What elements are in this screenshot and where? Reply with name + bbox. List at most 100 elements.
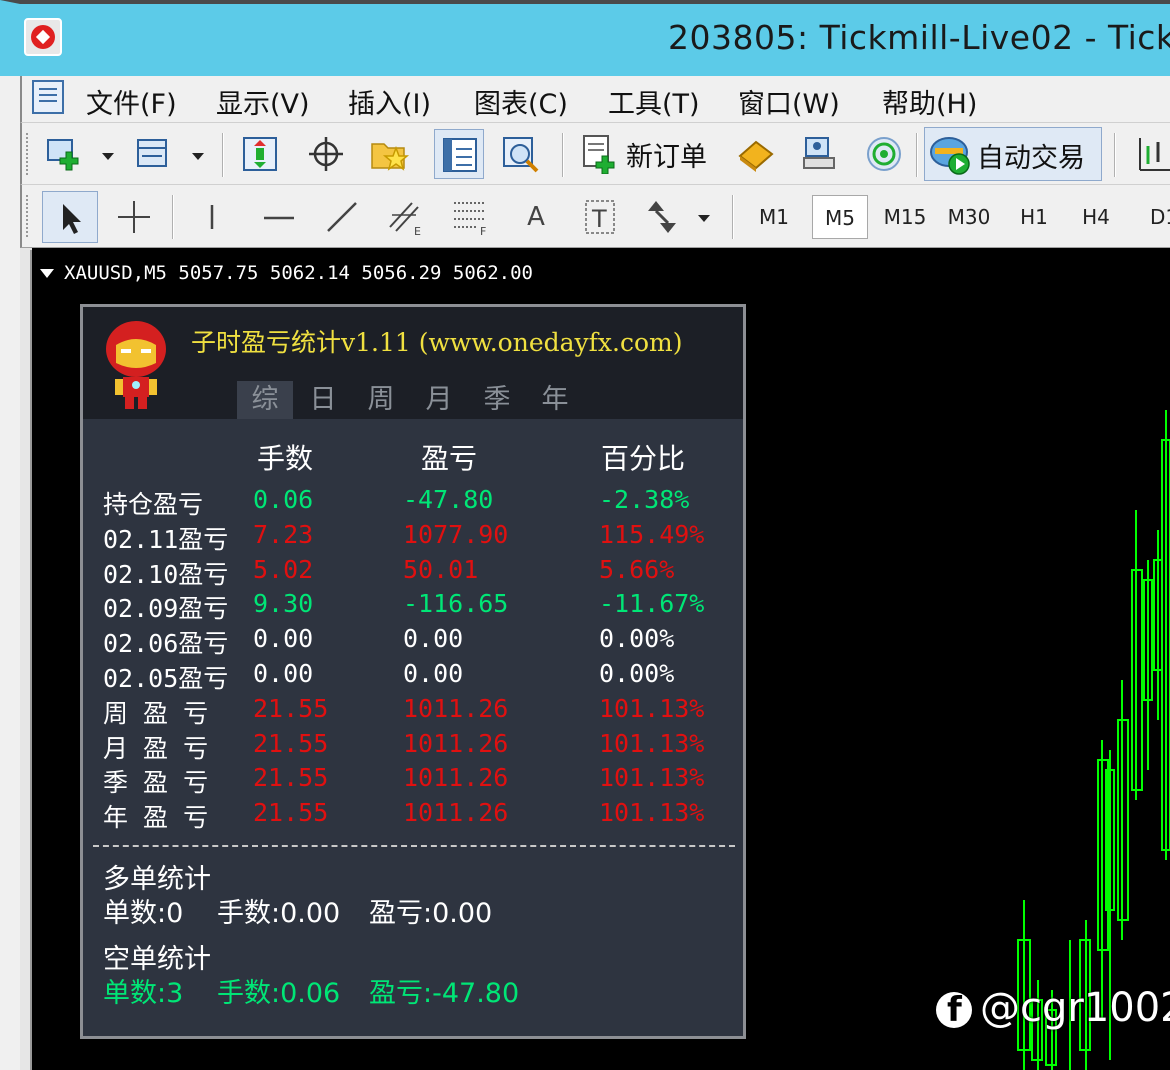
- svg-text:T: T: [591, 205, 607, 233]
- short-lots: 手数:0.06: [217, 978, 341, 1009]
- row-pnl: 1011.26: [403, 729, 509, 758]
- collapse-triangle-icon[interactable]: [40, 269, 54, 278]
- vertical-line-icon: [210, 205, 214, 229]
- timeframe-h1-button[interactable]: H1: [1012, 195, 1056, 239]
- row-label: 周 盈 亏: [103, 699, 209, 728]
- signals-button[interactable]: [800, 134, 840, 174]
- row-pnl: 1011.26: [403, 798, 509, 827]
- tab-quarter[interactable]: 季: [469, 381, 525, 419]
- terminal-icon: [443, 138, 477, 172]
- text-tool-button[interactable]: A: [516, 197, 556, 237]
- chart-symbol-header[interactable]: XAUUSD,M5 5057.75 5062.14 5056.29 5062.0…: [40, 262, 533, 284]
- new-order-button[interactable]: [580, 134, 620, 174]
- panel-header: 子时盈亏统计v1.11 (www.onedayfx.com) 综 日 周 月 季…: [83, 307, 743, 419]
- fibonacci-button[interactable]: F: [450, 197, 490, 237]
- ironman-avatar-icon: [106, 321, 166, 409]
- timeframe-h4-button[interactable]: H4: [1074, 195, 1118, 239]
- profiles-dropdown-icon[interactable]: [192, 153, 204, 160]
- toolbar-separator: [732, 195, 734, 239]
- timeframe-d1-button[interactable]: D1: [1142, 195, 1170, 239]
- row-percent: 0.00%: [599, 624, 675, 653]
- menu-file[interactable]: 文件(F): [86, 82, 177, 121]
- market-signals-button[interactable]: [864, 134, 904, 174]
- crosshair-icon: [309, 137, 343, 171]
- market-watch-button[interactable]: [240, 134, 280, 174]
- new-chart-dropdown-icon[interactable]: [102, 153, 114, 160]
- toolbar-separator: [916, 133, 918, 177]
- svg-text:F: F: [480, 225, 486, 237]
- row-lots: 21.55: [253, 798, 329, 827]
- row-lots: 9.30: [253, 589, 314, 618]
- row-percent: 101.13%: [599, 729, 705, 758]
- menu-help[interactable]: 帮助(H): [882, 82, 977, 121]
- toolbar-separator: [222, 133, 224, 177]
- text-label-icon: T: [585, 200, 615, 234]
- timeframe-m1-button[interactable]: M1: [750, 195, 798, 239]
- tab-day[interactable]: 日: [295, 381, 351, 419]
- navigator-button[interactable]: [370, 134, 410, 174]
- indicators-button[interactable]: [1134, 134, 1170, 174]
- row-label: 年 盈 亏: [103, 803, 209, 832]
- timeframe-m30-button[interactable]: M30: [942, 195, 996, 239]
- market-watch-icon: [243, 137, 277, 171]
- row-percent: 115.49%: [599, 520, 705, 549]
- tab-month[interactable]: 月: [411, 381, 467, 419]
- toolbar-separator: [172, 195, 174, 239]
- cursor-button[interactable]: [42, 191, 98, 243]
- arrows-dropdown-icon[interactable]: [698, 215, 710, 222]
- menu-charts[interactable]: 图表(C): [474, 82, 568, 121]
- row-label: 02.10盈亏: [103, 560, 229, 589]
- vertical-line-button[interactable]: [192, 197, 232, 237]
- row-lots: 21.55: [253, 729, 329, 758]
- profiles-button[interactable]: [134, 134, 174, 174]
- toolbar-separator: [1114, 133, 1116, 177]
- crosshair-button[interactable]: [306, 134, 346, 174]
- channel-e-icon: E: [389, 202, 421, 237]
- cursor-arrow-icon: [63, 204, 81, 234]
- toolbar-grip[interactable]: [26, 133, 32, 175]
- new-order-icon: [583, 135, 615, 174]
- row-percent: 5.66%: [599, 555, 675, 584]
- menu-window[interactable]: 窗口(W): [738, 82, 840, 121]
- row-percent: 101.13%: [599, 763, 705, 792]
- auto-trading-button[interactable]: 自动交易: [924, 127, 1102, 181]
- profiles-icon: [137, 139, 167, 167]
- row-pnl: 0.00: [403, 624, 464, 653]
- new-chart-button[interactable]: [44, 134, 84, 174]
- row-pnl: 1011.26: [403, 763, 509, 792]
- tab-week[interactable]: 周: [353, 381, 409, 419]
- text-label-button[interactable]: T: [580, 197, 620, 237]
- candlestick-series: [1017, 410, 1170, 1070]
- row-percent: -2.38%: [599, 485, 690, 514]
- panel-title: 子时盈亏统计v1.11 (www.onedayfx.com): [191, 328, 683, 357]
- equidistant-channel-button[interactable]: E: [386, 197, 426, 237]
- new-chart-icon: [47, 139, 79, 171]
- timeframe-m15-button[interactable]: M15: [878, 195, 932, 239]
- trendline-button[interactable]: [322, 197, 362, 237]
- toolbar-separator: [562, 133, 564, 177]
- toolbar-grip[interactable]: [26, 195, 32, 237]
- terminal-button[interactable]: [434, 129, 484, 179]
- row-lots: 0.00: [253, 624, 314, 653]
- menu-insert[interactable]: 插入(I): [348, 82, 431, 121]
- timeframe-m5-button[interactable]: M5: [812, 195, 868, 239]
- watermark-handle: @cgr1002: [980, 985, 1170, 1031]
- tab-year[interactable]: 年: [527, 381, 583, 419]
- horizontal-line-button[interactable]: [260, 197, 300, 237]
- new-order-label[interactable]: 新订单: [626, 135, 707, 174]
- app-logo-icon[interactable]: [24, 18, 62, 56]
- tab-overview[interactable]: 综: [237, 381, 293, 419]
- metaeditor-button[interactable]: [736, 134, 776, 174]
- row-label: 02.05盈亏: [103, 664, 229, 693]
- document-menu-icon[interactable]: [32, 80, 64, 114]
- menu-view[interactable]: 显示(V): [216, 82, 310, 121]
- crosshair-tool-button[interactable]: [114, 197, 154, 237]
- arrows-button[interactable]: [644, 197, 684, 237]
- short-pnl: 盈亏:-47.80: [369, 978, 520, 1009]
- menu-tools[interactable]: 工具(T): [608, 82, 700, 121]
- strategy-tester-button[interactable]: [500, 134, 540, 174]
- long-count: 单数:0: [103, 898, 184, 929]
- user-computer-icon: [803, 137, 835, 169]
- bar-chart-icon: [1139, 138, 1170, 171]
- row-lots: 21.55: [253, 763, 329, 792]
